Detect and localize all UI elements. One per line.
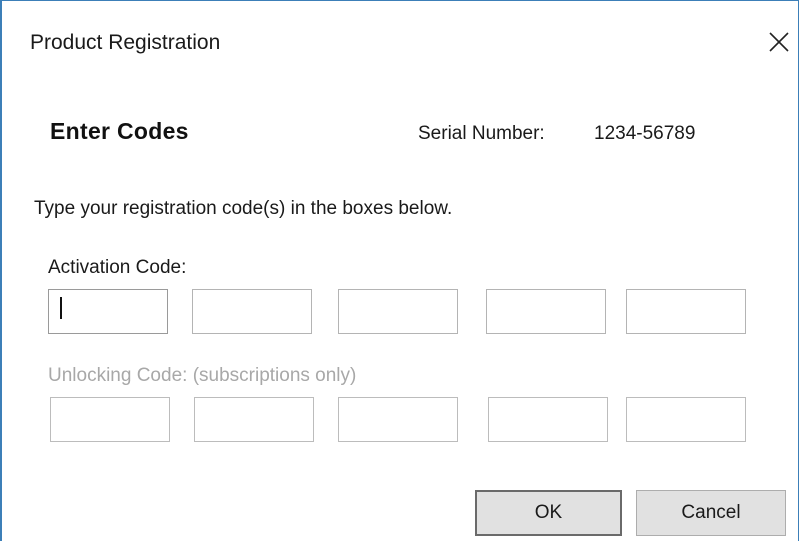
activation-code-field-1[interactable] bbox=[48, 289, 168, 334]
unlocking-code-field-5 bbox=[626, 397, 746, 442]
activation-code-field-3[interactable] bbox=[338, 289, 458, 334]
unlocking-code-field-4 bbox=[488, 397, 608, 442]
text-caret bbox=[60, 297, 62, 319]
unlocking-code-label: Unlocking Code: (subscriptions only) bbox=[48, 365, 357, 386]
activation-code-field-4[interactable] bbox=[486, 289, 606, 334]
activation-code-field-5[interactable] bbox=[626, 289, 746, 334]
unlocking-code-field-1 bbox=[50, 397, 170, 442]
unlocking-code-field-3 bbox=[338, 397, 458, 442]
cancel-button[interactable]: Cancel bbox=[636, 490, 786, 536]
instructions-text: Type your registration code(s) in the bo… bbox=[34, 198, 453, 219]
activation-code-field-2[interactable] bbox=[192, 289, 312, 334]
ok-button[interactable]: OK bbox=[475, 490, 622, 536]
serial-number-label: Serial Number: bbox=[418, 123, 545, 144]
activation-code-label: Activation Code: bbox=[48, 257, 187, 278]
unlocking-code-field-2 bbox=[194, 397, 314, 442]
close-icon bbox=[762, 25, 796, 59]
serial-number-value: 1234-56789 bbox=[594, 123, 696, 144]
enter-codes-heading: Enter Codes bbox=[50, 118, 189, 144]
product-registration-dialog: Product Registration Enter Codes Serial … bbox=[0, 0, 799, 541]
window-title: Product Registration bbox=[30, 31, 221, 54]
close-button[interactable] bbox=[762, 25, 796, 59]
